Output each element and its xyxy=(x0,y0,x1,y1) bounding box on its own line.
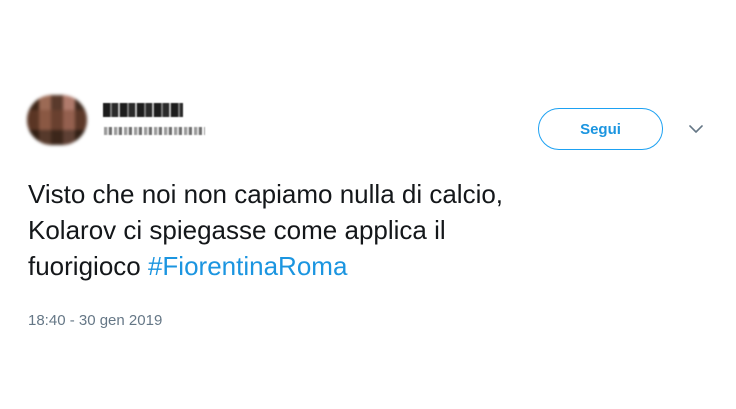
chevron-down-icon[interactable] xyxy=(688,122,704,136)
follow-button[interactable]: Segui xyxy=(538,108,663,150)
avatar[interactable] xyxy=(27,95,87,145)
tweet-text-line-3: fuorigioco xyxy=(28,251,148,281)
tweet-text-line-2: Kolarov ci spiegasse come applica il xyxy=(28,215,446,245)
user-handle[interactable] xyxy=(104,127,205,135)
follow-button-label: Segui xyxy=(580,120,621,138)
tweet-text-line-1: Visto che noi non capiamo nulla di calci… xyxy=(28,179,504,209)
hashtag-link[interactable]: #FiorentinaRoma xyxy=(148,251,347,281)
tweet-card: Segui Visto che noi non capiamo nulla di… xyxy=(0,0,736,409)
tweet-timestamp[interactable]: 18:40 - 30 gen 2019 xyxy=(28,312,162,329)
user-display-name[interactable] xyxy=(103,103,183,117)
tweet-text: Visto che noi non capiamo nulla di calci… xyxy=(28,176,708,284)
